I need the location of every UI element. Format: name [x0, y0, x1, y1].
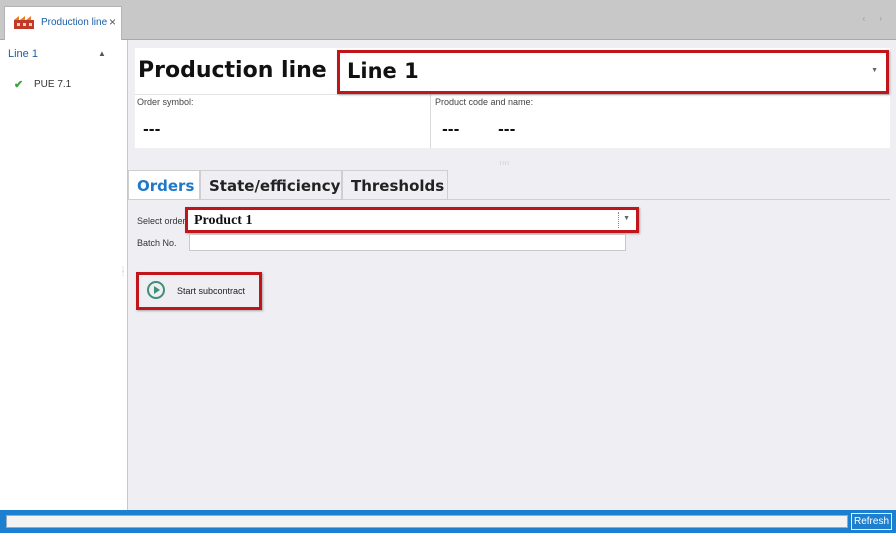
close-icon[interactable]: ×: [109, 15, 116, 29]
check-icon: ✔: [14, 79, 24, 91]
sidebar-splitter-grip-icon[interactable]: ⋮ ⋮: [120, 267, 126, 277]
tab-orders[interactable]: Orders: [128, 170, 200, 200]
progress-bar: [6, 515, 848, 528]
line-select-value: Line 1: [347, 59, 419, 83]
play-icon: [147, 281, 165, 299]
sidebar-item-pue-7-1[interactable]: PUE 7.1: [34, 79, 71, 90]
tab-production-line[interactable]: Production line ×: [4, 6, 122, 40]
batch-number-label: Batch No.: [137, 238, 177, 248]
header-column-divider: [430, 94, 431, 148]
document-tab-bar: Production line × ‹ ›: [0, 0, 896, 40]
line-select[interactable]: Line 1 ▼: [337, 50, 889, 94]
start-subcontract-button[interactable]: Start subcontract: [136, 272, 262, 310]
order-symbol-label: Order symbol:: [137, 97, 194, 107]
play-triangle: [154, 286, 160, 294]
start-subcontract-label: Start subcontract: [177, 286, 246, 296]
product-code-label: Product code and name:: [435, 97, 534, 107]
sidebar: Line 1 ▲ ✔ PUE 7.1: [0, 40, 128, 510]
order-select[interactable]: Product 1 ▼: [185, 207, 639, 233]
order-symbol-value: ---: [143, 122, 161, 138]
chevron-down-icon[interactable]: ▼: [871, 67, 878, 74]
product-code-value: ---: [442, 122, 460, 138]
page-title: Production line: [138, 58, 327, 83]
splitter-grip-icon[interactable]: ∷∷: [500, 160, 510, 167]
status-bar: Refresh: [0, 510, 896, 533]
refresh-button[interactable]: Refresh: [851, 513, 892, 530]
chevron-down-icon[interactable]: ▼: [623, 215, 630, 222]
product-name-value: ---: [498, 122, 516, 138]
factory-icon: [14, 16, 34, 29]
order-select-value: Product 1: [194, 213, 253, 228]
tabs-divider: [128, 199, 890, 200]
batch-number-input[interactable]: [189, 234, 626, 251]
select-order-label: Select order: [137, 216, 186, 226]
header-divider: [135, 94, 890, 95]
tab-scroll-arrows-icon[interactable]: ‹ ›: [862, 14, 888, 23]
sidebar-group-line-1[interactable]: Line 1: [8, 48, 38, 60]
tab-title: Production line: [41, 17, 108, 28]
collapse-arrow-icon[interactable]: ▲: [98, 49, 106, 58]
tab-thresholds[interactable]: Thresholds: [342, 170, 448, 200]
tab-state-efficiency[interactable]: State/efficiency: [200, 170, 342, 200]
